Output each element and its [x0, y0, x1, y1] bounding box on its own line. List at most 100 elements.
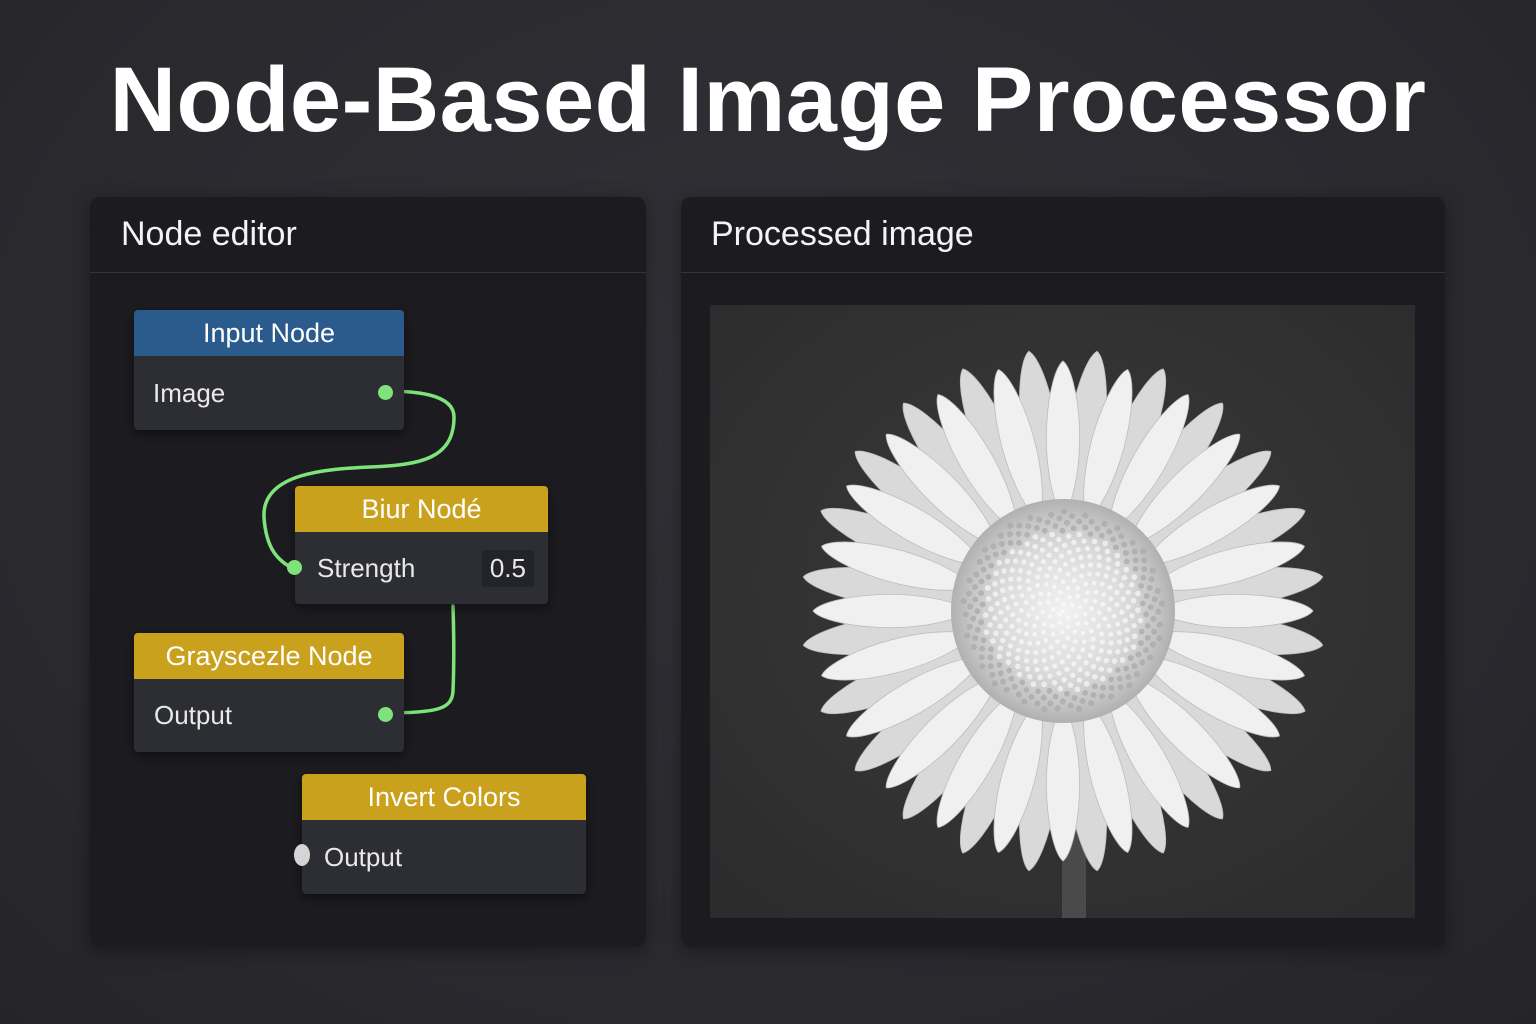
flower-seed	[1078, 605, 1083, 610]
grayscale-node-output-port[interactable]	[378, 707, 393, 722]
invert-colors-input-port[interactable]	[294, 844, 310, 866]
flower-seed	[1087, 553, 1093, 560]
invert-colors-node-title: Invert Colors	[302, 774, 586, 820]
flower-seed	[1052, 584, 1057, 589]
flower-seed	[1065, 572, 1071, 577]
flower-seed	[1100, 601, 1106, 607]
flower-seed	[1137, 617, 1144, 624]
flower-seed	[1023, 686, 1030, 693]
flower-seed	[999, 578, 1006, 584]
flower-seed	[1095, 656, 1101, 662]
flower-seed	[1116, 639, 1123, 645]
flower-seed	[987, 663, 994, 670]
flower-seed	[1092, 598, 1098, 604]
flower-seed	[966, 623, 973, 630]
flower-seed	[1084, 545, 1091, 552]
flower-seed	[978, 654, 985, 661]
input-node[interactable]: Input Node Image	[134, 310, 404, 430]
flower-seed	[962, 611, 969, 618]
flower-seed	[1064, 690, 1070, 697]
blur-strength-field[interactable]: 0.5	[481, 549, 534, 587]
node-canvas[interactable]: Input Node Image Biur Nodé Strength 0.5 …	[90, 197, 646, 947]
flower-seed	[1138, 640, 1144, 646]
flower-seed	[1135, 651, 1142, 658]
flower-seed	[1075, 621, 1081, 626]
flower-seed	[1094, 546, 1101, 552]
flower-seed	[1083, 598, 1088, 603]
flower-seed	[1143, 647, 1150, 654]
flower-seed	[1150, 641, 1157, 648]
flower-seed	[1035, 574, 1040, 580]
flower-seed	[1090, 692, 1097, 699]
flower-seed	[1075, 546, 1081, 553]
flower-seed	[1148, 576, 1155, 583]
flower-seed	[1081, 639, 1087, 645]
flower-seed	[1067, 594, 1072, 600]
flower-seed	[1051, 607, 1056, 612]
flower-seed	[1015, 663, 1021, 670]
flower-seed	[1041, 527, 1048, 534]
flower-seed	[1130, 644, 1137, 650]
flower-seed	[1098, 532, 1105, 539]
flower-seed	[1033, 525, 1040, 531]
flower-seed	[1082, 512, 1089, 519]
flower-seed	[1066, 549, 1072, 555]
flower-seed	[1094, 525, 1101, 532]
flower-seed	[1059, 698, 1066, 705]
flower-seed	[1135, 590, 1141, 597]
flower-seed	[987, 654, 994, 661]
flower-seed	[1090, 636, 1096, 642]
flower-seed	[960, 597, 967, 605]
flower-seed	[1071, 539, 1077, 546]
flower-seed	[1092, 674, 1098, 680]
flower-seed	[1061, 644, 1067, 649]
flower-seed	[1138, 583, 1144, 589]
flower-seed	[1125, 589, 1131, 596]
flower-seed	[1118, 582, 1125, 589]
input-node-output-port[interactable]	[378, 385, 393, 400]
flower-seed	[1115, 648, 1121, 655]
flower-seed	[1016, 576, 1022, 582]
flower-seed	[1008, 675, 1015, 682]
flower-seed	[1030, 594, 1036, 600]
flower-seed	[1146, 584, 1153, 591]
flower-seed	[1035, 688, 1041, 695]
flower-seed	[1019, 679, 1026, 686]
blur-node[interactable]: Biur Nodé Strength 0.5	[287, 486, 548, 604]
flower-seed	[980, 566, 987, 573]
flower-seed	[1125, 673, 1132, 680]
invert-colors-node[interactable]: Invert Colors Output	[294, 774, 586, 894]
flower-seed	[1099, 693, 1106, 700]
flower-seed	[1117, 684, 1124, 691]
flower-seed	[1026, 570, 1032, 576]
flower-seed	[1043, 666, 1049, 672]
flower-seed	[1016, 671, 1023, 678]
app-window: Node-Based Image Processor Node editor I…	[0, 0, 1536, 1024]
blur-node-input-port[interactable]	[287, 560, 302, 575]
flower-seed	[1128, 582, 1135, 588]
flower-seed	[997, 670, 1004, 677]
flower-seed	[1003, 630, 1010, 636]
flower-seed	[1118, 533, 1125, 540]
flower-seed	[1107, 584, 1113, 590]
flower-seed	[1016, 647, 1022, 653]
flower-seed	[1104, 548, 1111, 555]
flower-seed	[1054, 705, 1061, 712]
flower-seed	[1032, 623, 1037, 628]
flower-seed	[1052, 663, 1058, 669]
flower-seed	[1083, 581, 1089, 587]
blur-node-row: Strength 0.5	[287, 532, 548, 604]
flower-seed	[1093, 589, 1099, 595]
flower-seed	[1007, 522, 1014, 529]
flower-seed	[1059, 659, 1065, 665]
grayscale-node[interactable]: Grayscezle Node Output	[134, 633, 404, 752]
flower-seed	[1119, 657, 1126, 663]
flower-seed	[1070, 603, 1075, 608]
flower-seed	[1026, 586, 1032, 592]
flower-seed	[1131, 548, 1138, 555]
flower-seed	[1091, 617, 1096, 622]
flower-seed	[1050, 632, 1056, 637]
flower-seed	[1080, 647, 1086, 653]
flower-seed	[1059, 630, 1065, 635]
flower-seed	[972, 635, 979, 642]
